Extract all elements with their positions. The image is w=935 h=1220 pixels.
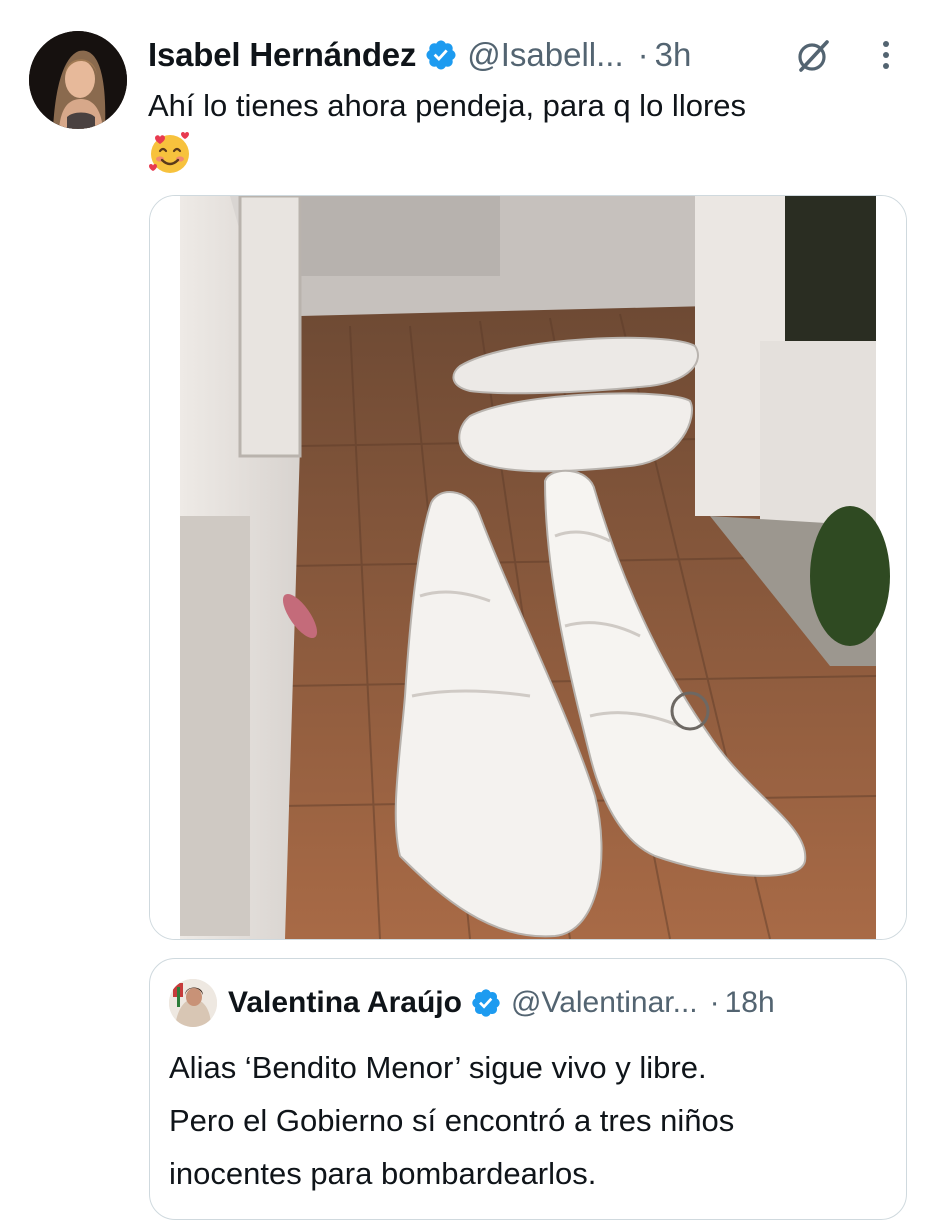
author-name[interactable]: Isabel Hernández [148,36,416,74]
separator-dot: · [709,986,720,1019]
avatar-image [29,31,127,129]
quoted-tweet-text: Alias ‘Bendito Menor’ sigue vivo y libre… [169,1041,889,1200]
verified-badge-icon [470,987,502,1019]
grok-icon[interactable] [793,36,833,76]
quoted-avatar-image [169,979,217,1027]
quoted-text-line: Pero el Gobierno sí encontró a tres niño… [169,1103,735,1138]
verified-badge-icon [424,38,458,72]
quoted-author-name[interactable]: Valentina Araújo [228,986,462,1020]
author-avatar[interactable] [29,31,127,129]
photo-image [150,196,906,939]
quoted-tweet-header: Valentina Araújo @Valentinar... · 18h [228,979,888,1027]
more-vertical-icon[interactable] [876,37,896,73]
quoted-author-avatar[interactable] [169,979,217,1027]
tweet-time[interactable]: 3h [655,36,692,74]
tweet-text: Ahí lo tienes ahora pendeja, para q lo l… [148,88,747,123]
quoted-tweet-time[interactable]: 18h [725,986,775,1020]
author-handle[interactable]: @Isabell... [467,36,623,74]
tweet-header: Isabel Hernández @Isabell... · 3h [148,33,905,77]
tweet-photo[interactable] [149,195,907,940]
quoted-text-line: Alias ‘Bendito Menor’ sigue vivo y libre… [169,1050,707,1085]
quoted-text-line: inocentes para bombardearlos. [169,1156,597,1191]
tweet[interactable]: Isabel Hernández @Isabell... · 3h Ahí lo… [0,0,935,1220]
quoted-author-handle[interactable]: @Valentinar... [511,986,698,1020]
quoted-tweet[interactable]: Valentina Araújo @Valentinar... · 18h Al… [149,958,907,1220]
separator-dot: · [637,36,649,73]
smiling-face-with-hearts-icon [147,130,193,176]
